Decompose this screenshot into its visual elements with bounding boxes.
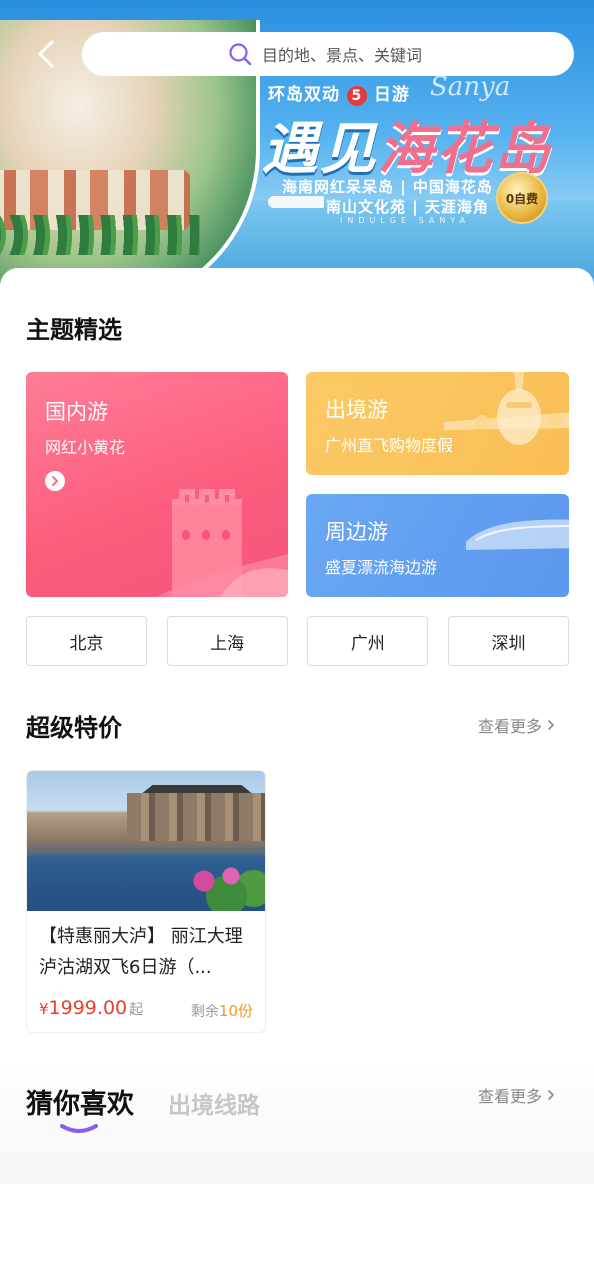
banner-line-2: 南山文化苑 | 天涯海角 xyxy=(326,198,489,216)
theme-card-title: 周边游 xyxy=(325,520,388,544)
city-filter-row: 北京 上海 广州 深圳 xyxy=(26,616,569,666)
deal-price: ¥1999.00 起 xyxy=(39,997,143,1019)
theme-card-abroad[interactable]: 出境游 广州直飞购物度假 xyxy=(306,372,569,475)
banner-subtitle: 环岛双动 5 日游 xyxy=(268,80,410,106)
more-link-label: 查看更多 xyxy=(478,1087,543,1106)
banner-subtitle-suffix: 日游 xyxy=(373,85,410,105)
theme-card-title: 出境游 xyxy=(325,398,388,422)
search-placeholder: 目的地、景点、关键词 xyxy=(262,46,423,65)
deal-stock-count: 10份 xyxy=(218,1002,253,1020)
back-button[interactable] xyxy=(28,34,64,74)
high-speed-train-illustration xyxy=(466,519,569,550)
banner-subtitle-prefix: 环岛双动 xyxy=(268,85,340,105)
city-button-guangzhou[interactable]: 广州 xyxy=(307,616,429,666)
banner-headline-a: 遇见 xyxy=(262,117,378,182)
city-button-shenzhen[interactable]: 深圳 xyxy=(447,616,569,666)
deal-price-unit: 起 xyxy=(129,1002,144,1018)
search-bar[interactable]: 目的地、景点、关键词 xyxy=(82,32,574,76)
chevron-right-icon xyxy=(52,476,58,486)
theme-card-domestic[interactable]: 国内游 网红小黄花 xyxy=(26,372,288,597)
banner-headline: 遇见海花岛 xyxy=(262,104,552,185)
deal-card[interactable]: 【特惠丽大泸】 丽江大理泸沽湖双飞6日游（... ¥1999.00 起 剩余10份 xyxy=(26,770,266,1033)
section-title-themes: 主题精选 xyxy=(26,316,122,344)
section-title-deals: 超级特价 xyxy=(26,714,122,742)
active-tab-indicator xyxy=(60,1124,98,1133)
deal-photo-building xyxy=(127,793,265,841)
great-wall-illustration xyxy=(156,489,288,597)
theme-card-nearby[interactable]: 周边游 盛夏漂流海边游 xyxy=(306,494,569,597)
theme-card-subtitle: 网红小黄花 xyxy=(45,438,126,457)
tab-outbound-routes[interactable]: 出境线路 xyxy=(168,1086,260,1120)
island-trees xyxy=(0,215,200,255)
train-graphic xyxy=(268,196,324,208)
deal-title: 【特惠丽大泸】 丽江大理泸沽湖双飞6日游（... xyxy=(39,926,243,978)
deal-currency: ¥ xyxy=(39,1000,49,1018)
guess-more-link[interactable]: 查看更多 xyxy=(478,1083,556,1107)
banner-line-1: 海南网红呆呆岛 | 中国海花岛 xyxy=(282,178,493,196)
tab-guess-you-like[interactable]: 猜你喜欢 xyxy=(26,1082,134,1121)
theme-card-subtitle: 盛夏漂流海边游 xyxy=(325,558,438,577)
banner-script-text: Sanya xyxy=(430,72,511,102)
search-icon xyxy=(229,43,252,66)
chevron-left-icon xyxy=(38,40,54,68)
chevron-right-icon xyxy=(548,1090,554,1100)
theme-card-subtitle: 广州直飞购物度假 xyxy=(325,436,454,455)
chevron-right-icon xyxy=(548,720,554,730)
city-button-shanghai[interactable]: 上海 xyxy=(166,616,288,666)
arrow-right-button[interactable] xyxy=(45,471,65,491)
deal-price-value: 1999.00 xyxy=(48,997,128,1019)
banner-subtitle-number: 5 xyxy=(346,86,367,106)
city-button-beijing[interactable]: 北京 xyxy=(26,616,147,666)
deal-stock-label: 剩余 xyxy=(190,1004,219,1020)
theme-card-title: 国内游 xyxy=(45,400,108,424)
deal-photo xyxy=(27,771,265,911)
airplane-illustration xyxy=(444,372,569,445)
more-link-label: 查看更多 xyxy=(478,717,543,736)
zero-fee-badge: 0自费 xyxy=(496,172,548,224)
deal-photo-flowers xyxy=(177,861,265,911)
deals-more-link[interactable]: 查看更多 xyxy=(478,713,556,737)
deal-stock: 剩余10份 xyxy=(191,1000,253,1021)
banner-tagline: INDULGE SANYA xyxy=(340,216,471,225)
